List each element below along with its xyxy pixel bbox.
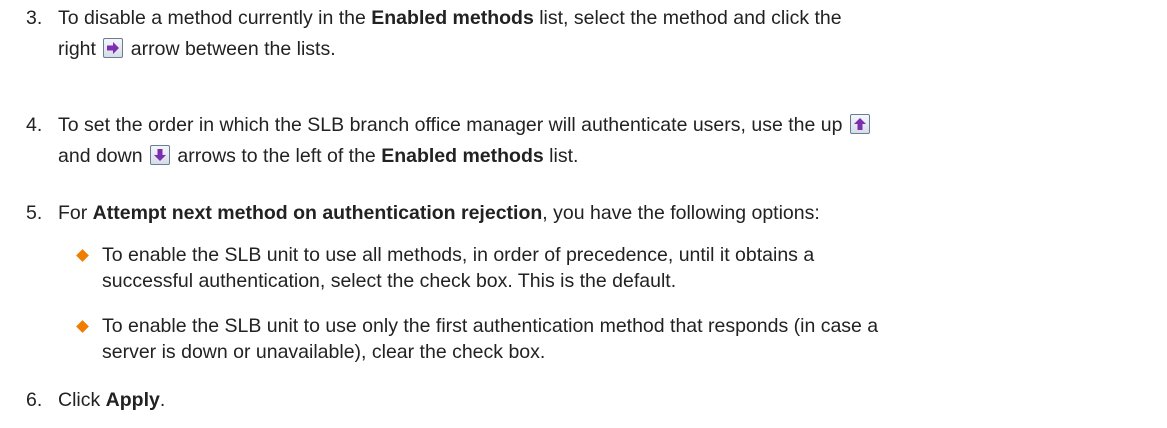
text-segment: For (58, 202, 93, 224)
text-segment: arrows to the left of the (177, 145, 382, 167)
text-segment: To set the order in which the SLB branch… (58, 114, 843, 136)
step-number: 6. (26, 389, 43, 411)
step-text: To disable a method currently in the Ena… (58, 3, 1158, 65)
bold-term: Apply (105, 389, 160, 411)
text-segment: and down (58, 145, 143, 167)
text-segment: right (58, 38, 96, 60)
down-arrow-icon (150, 145, 170, 165)
text-segment: list. (543, 145, 579, 167)
step-number: 5. (26, 202, 43, 224)
bold-term: Attempt next method on authentication re… (92, 202, 543, 224)
text-line: To enable the SLB unit to use all method… (102, 244, 815, 266)
diamond-bullet-icon (76, 320, 89, 333)
text-line: successful authentication, select the ch… (102, 270, 677, 292)
text-segment: . (159, 389, 166, 411)
bold-term: Enabled methods (371, 7, 534, 29)
text-segment: arrow between the lists. (130, 38, 336, 60)
step-number: 3. (26, 7, 43, 29)
step-number: 4. (26, 114, 43, 136)
text-segment: Click (58, 389, 106, 411)
up-arrow-icon (849, 114, 870, 134)
bold-term: Enabled methods (381, 145, 544, 167)
text-segment: list, select the method and click the (533, 7, 842, 29)
step-text: To set the order in which the SLB branch… (58, 110, 1158, 172)
text-line: To enable the SLB unit to use only the f… (102, 315, 879, 337)
text-segment: To disable a method currently in the (58, 7, 372, 29)
bullet-text: To enable the SLB unit to use all method… (102, 242, 1152, 294)
right-arrow-icon (103, 38, 124, 58)
step-text: Click Apply. (58, 385, 1158, 416)
diamond-bullet-icon (76, 249, 89, 262)
step-text: For Attempt next method on authenticatio… (58, 198, 1158, 229)
bullet-text: To enable the SLB unit to use only the f… (102, 313, 1152, 365)
text-line: server is down or unavailable), clear th… (102, 341, 546, 363)
text-segment: , you have the following options: (542, 202, 820, 224)
